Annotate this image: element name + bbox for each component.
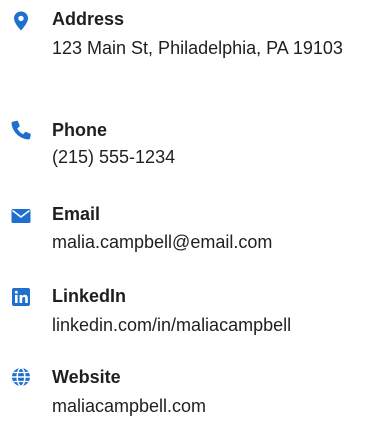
location-pin-icon bbox=[10, 10, 32, 32]
email-label: Email bbox=[52, 204, 101, 224]
website-value[interactable]: maliacampbell.com bbox=[52, 392, 382, 420]
globe-icon bbox=[10, 366, 32, 388]
address-label: Address bbox=[52, 9, 125, 29]
website-label: Website bbox=[52, 367, 121, 387]
envelope-icon bbox=[10, 205, 32, 227]
phone-value[interactable]: (215) 555-1234 bbox=[52, 143, 382, 171]
phone-label: Phone bbox=[52, 120, 108, 140]
linkedin-value[interactable]: linkedin.com/in/maliacampbell bbox=[52, 311, 382, 339]
address-value: 123 Main St, Philadelphia, PA 19103 bbox=[52, 38, 343, 58]
linkedin-icon bbox=[10, 286, 32, 308]
email-value[interactable]: malia.campbell@email.com bbox=[52, 228, 382, 256]
phone-icon bbox=[10, 119, 32, 141]
linkedin-label: LinkedIn bbox=[52, 286, 127, 306]
